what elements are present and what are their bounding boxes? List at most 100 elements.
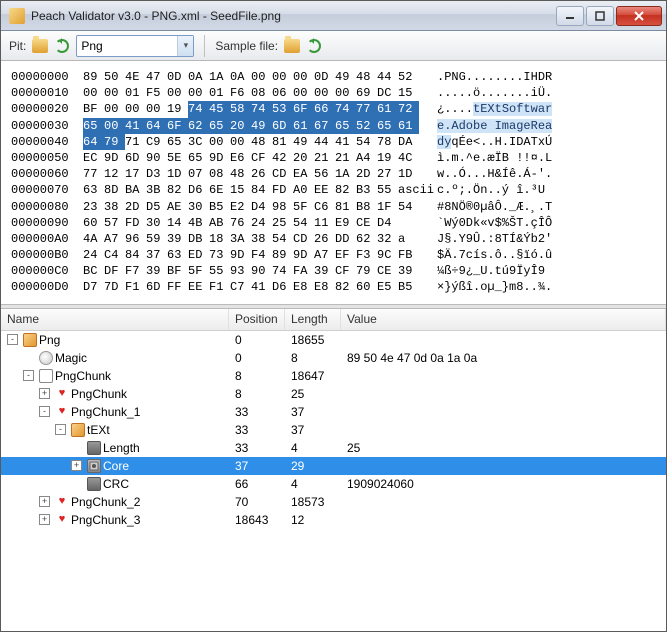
hex-byte[interactable]: 4E: [125, 69, 146, 85]
hex-byte[interactable]: 61: [377, 101, 398, 117]
minimize-button[interactable]: [556, 6, 584, 26]
hex-byte[interactable]: 52: [356, 118, 377, 134]
hex-byte[interactable]: 26: [314, 231, 335, 247]
tree-row[interactable]: - tEXt3337: [1, 421, 666, 439]
hex-byte[interactable]: 5F: [293, 199, 314, 215]
hex-byte[interactable]: 42: [272, 150, 293, 166]
hex-byte[interactable]: 2D: [356, 166, 377, 182]
hex-byte[interactable]: 53: [272, 101, 293, 117]
hex-byte[interactable]: 55: [209, 263, 230, 279]
hex-row[interactable]: 000000C0BCDFF739BF5F55939074FA39CF79CE39…: [11, 263, 656, 279]
hex-byte[interactable]: 6E: [209, 182, 230, 198]
close-button[interactable]: [616, 6, 662, 26]
hex-byte[interactable]: 64: [83, 134, 104, 150]
hex-byte[interactable]: AB: [209, 215, 230, 231]
hex-byte[interactable]: D3: [146, 166, 167, 182]
hex-byte[interactable]: 81: [335, 199, 356, 215]
hex-byte[interactable]: 44: [377, 69, 398, 85]
hex-byte[interactable]: 78: [377, 134, 398, 150]
hex-byte[interactable]: 74: [251, 101, 272, 117]
hex-byte[interactable]: 2D: [125, 199, 146, 215]
titlebar[interactable]: Peach Validator v3.0 - PNG.xml - SeedFil…: [1, 1, 666, 31]
hex-byte[interactable]: [398, 215, 419, 231]
hex-byte[interactable]: 1D: [167, 166, 188, 182]
hex-byte[interactable]: DB: [188, 231, 209, 247]
hex-byte[interactable]: 41: [251, 279, 272, 295]
hex-byte[interactable]: E2: [230, 199, 251, 215]
hex-byte[interactable]: 54: [356, 134, 377, 150]
hex-byte[interactable]: 23: [83, 199, 104, 215]
hex-byte[interactable]: 30: [146, 215, 167, 231]
hex-byte[interactable]: ascii: [398, 182, 419, 198]
hex-byte[interactable]: 89: [272, 247, 293, 263]
pit-combo[interactable]: ▾: [76, 35, 194, 57]
hex-byte[interactable]: 41: [125, 118, 146, 134]
hex-byte[interactable]: 48: [230, 166, 251, 182]
tree-expander[interactable]: -: [7, 334, 18, 345]
hex-byte[interactable]: 9C: [377, 247, 398, 263]
hex-row[interactable]: 00000070638DBA3B82D66E1584FDA0EE82B355as…: [11, 182, 656, 198]
hex-byte[interactable]: 74: [335, 101, 356, 117]
hex-byte[interactable]: B5: [398, 279, 419, 295]
hex-byte[interactable]: 81: [272, 134, 293, 150]
hex-byte[interactable]: 55: [377, 182, 398, 198]
hex-row[interactable]: 00000030650041646F626520496D616765526561…: [11, 118, 656, 134]
hex-byte[interactable]: 73: [209, 247, 230, 263]
hex-byte[interactable]: 14: [167, 215, 188, 231]
hex-byte[interactable]: 82: [335, 182, 356, 198]
hex-byte[interactable]: 15: [230, 182, 251, 198]
hex-byte[interactable]: 56: [314, 166, 335, 182]
hex-byte[interactable]: 38: [251, 231, 272, 247]
hex-byte[interactable]: 41: [335, 134, 356, 150]
col-position[interactable]: Position: [229, 309, 285, 330]
hex-byte[interactable]: a: [398, 231, 419, 247]
hex-byte[interactable]: CD: [293, 231, 314, 247]
hex-byte[interactable]: 39: [314, 263, 335, 279]
hex-byte[interactable]: 20: [230, 118, 251, 134]
hex-byte[interactable]: 60: [356, 279, 377, 295]
hex-byte[interactable]: B5: [209, 199, 230, 215]
hex-byte[interactable]: FD: [125, 215, 146, 231]
hex-byte[interactable]: 96: [125, 231, 146, 247]
hex-byte[interactable]: 77: [83, 166, 104, 182]
hex-byte[interactable]: BF: [167, 263, 188, 279]
hex-byte[interactable]: F3: [356, 247, 377, 263]
hex-byte[interactable]: 38: [104, 199, 125, 215]
tree-pane[interactable]: Name Position Length Value - Png018655 M…: [1, 309, 666, 631]
hex-byte[interactable]: 3B: [146, 182, 167, 198]
hex-byte[interactable]: 45: [209, 101, 230, 117]
hex-byte[interactable]: EA: [293, 166, 314, 182]
hex-byte[interactable]: 64: [146, 118, 167, 134]
hex-byte[interactable]: 21: [335, 150, 356, 166]
hex-byte[interactable]: 59: [146, 231, 167, 247]
hex-byte[interactable]: 74: [272, 263, 293, 279]
hex-byte[interactable]: 93: [230, 263, 251, 279]
hex-byte[interactable]: 4B: [188, 215, 209, 231]
hex-byte[interactable]: 49: [335, 69, 356, 85]
hex-byte[interactable]: 6D: [125, 150, 146, 166]
hex-row[interactable]: 000000906057FD30144BAB7624255411E9CED4 `…: [11, 215, 656, 231]
hex-byte[interactable]: 7D: [104, 279, 125, 295]
hex-byte[interactable]: 69: [356, 85, 377, 101]
hex-byte[interactable]: E6: [230, 150, 251, 166]
hex-byte[interactable]: FB: [398, 247, 419, 263]
hex-byte[interactable]: A7: [314, 247, 335, 263]
hex-byte[interactable]: 65: [83, 118, 104, 134]
hex-byte[interactable]: 20: [293, 150, 314, 166]
hex-row[interactable]: 00000060771217D31D07084826CDEA561A2D271D…: [11, 166, 656, 182]
hex-byte[interactable]: 71: [125, 134, 146, 150]
hex-byte[interactable]: 3C: [188, 134, 209, 150]
refresh-sample-icon[interactable]: [306, 38, 322, 54]
hex-byte[interactable]: FF: [167, 279, 188, 295]
hex-byte[interactable]: F7: [125, 263, 146, 279]
hex-byte[interactable]: 5E: [167, 150, 188, 166]
hex-byte[interactable]: 54: [293, 215, 314, 231]
hex-viewer[interactable]: 0000000089504E470D0A1A0A0000000D49484452…: [1, 61, 666, 304]
hex-row[interactable]: 00000040647971C9653C000048814944415478DA…: [11, 134, 656, 150]
tree-row[interactable]: Length33425: [1, 439, 666, 457]
hex-byte[interactable]: E8: [293, 279, 314, 295]
hex-row[interactable]: 0000008023382DD5AE30B5E2D4985FC681B81F54…: [11, 199, 656, 215]
hex-byte[interactable]: 00: [209, 134, 230, 150]
hex-byte[interactable]: 90: [251, 263, 272, 279]
hex-row[interactable]: 000000D0D77DF16DFFEEF1C741D6E8E88260E5B5…: [11, 279, 656, 295]
